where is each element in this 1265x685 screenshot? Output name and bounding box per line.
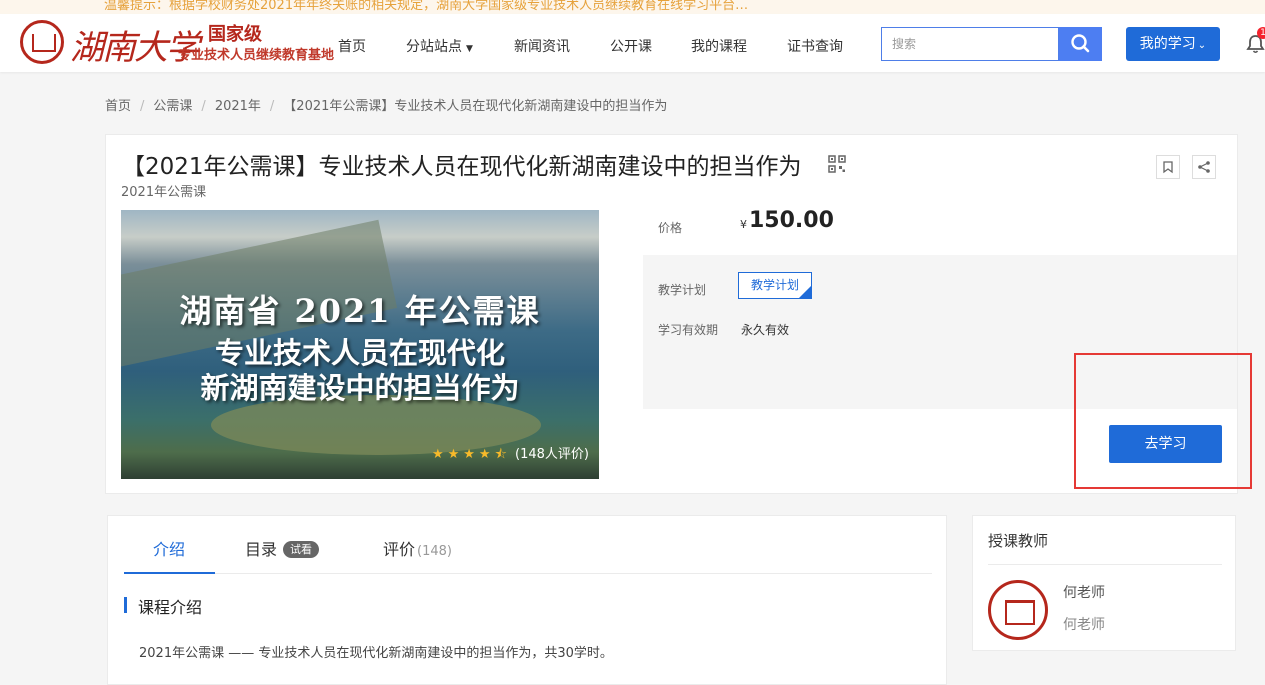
breadcrumb-year[interactable]: 2021年	[215, 99, 261, 114]
breadcrumb-separator: /	[140, 99, 145, 114]
teacher-divider	[988, 564, 1222, 565]
breadcrumb-public-courses[interactable]: 公需课	[153, 99, 192, 114]
caret-down-icon: ▼	[466, 44, 473, 54]
highlight-frame	[1074, 353, 1252, 489]
my-learning-button[interactable]: 我的学习 ⌄	[1126, 27, 1220, 61]
teacher-avatar[interactable]	[988, 580, 1048, 640]
tab-divider	[124, 573, 932, 574]
teacher-name[interactable]: 何老师	[1063, 582, 1105, 602]
course-category: 2021年公需课	[121, 185, 207, 200]
breadcrumb: 首页 / 公需课 / 2021年 / 【2021年公需课】专业技术人员在现代化新湖南建设中的…	[105, 95, 667, 114]
university-seal-icon	[20, 20, 64, 64]
logo-level-text: 国家级	[208, 24, 262, 45]
my-learning-label: 我的学习	[1139, 36, 1196, 52]
search-button[interactable]	[1059, 27, 1102, 61]
course-title: 【2021年公需课】专业技术人员在现代化新湖南建设中的担当作为	[122, 154, 802, 180]
breadcrumb-home[interactable]: 首页	[105, 99, 131, 114]
qrcode-icon[interactable]	[828, 155, 846, 173]
reviews-count: (148)	[417, 544, 452, 559]
cover-line-1: 湖南省 2021 年公需课	[179, 292, 541, 330]
search-input[interactable]: 搜索	[881, 27, 1059, 61]
price-label: 价格	[658, 221, 683, 235]
notification-badge: 1	[1257, 27, 1265, 39]
section-marker	[124, 597, 127, 613]
tab-reviews[interactable]: 评价 (148)	[383, 536, 452, 560]
breadcrumb-separator: /	[269, 99, 275, 114]
notice-banner: 温馨提示：根据学校财务处2021年年终关账的相关规定，湖南大学国家级专业技术人员…	[0, 0, 1265, 14]
breadcrumb-separator: /	[201, 99, 206, 114]
notice-text: 温馨提示：根据学校财务处2021年年终关账的相关规定，湖南大学国家级专业技术人员…	[104, 0, 749, 13]
nav-substations[interactable]: 分站站点 ▼	[406, 36, 473, 56]
validity-value: 永久有效	[741, 323, 790, 337]
bookmark-icon	[1163, 161, 1173, 174]
tab-catalog-label: 目录	[245, 540, 278, 559]
start-learning-button[interactable]: 去学习	[1109, 425, 1222, 463]
teaching-plan-button[interactable]: 教学计划	[738, 272, 812, 299]
cover-line-3: 新湖南建设中的担当作为	[200, 371, 520, 405]
search-icon	[1071, 34, 1090, 53]
rating-count: (148人评价)	[515, 447, 589, 462]
bookmark-button[interactable]	[1156, 155, 1180, 179]
nav-open-courses[interactable]: 公开课	[610, 36, 652, 56]
teaching-plan-button-label: 教学计划	[750, 278, 799, 292]
chevron-down-icon: ⌄	[1197, 40, 1207, 51]
price-value: 150.00	[749, 208, 834, 233]
nav-substations-label: 分站站点	[406, 39, 462, 55]
tab-reviews-label: 评价	[383, 540, 416, 559]
nav-home[interactable]: 首页	[338, 36, 366, 56]
breadcrumb-current: 【2021年公需课】专业技术人员在现代化新湖南建设中的担当作为	[283, 99, 668, 114]
course-detail-panel: 介绍 目录 试看 评价 (148) 课程介绍 2021年公需课 —— 专业技术人员在…	[107, 515, 947, 685]
teacher-panel: 授课教师 何老师 何老师	[972, 515, 1236, 651]
nav-my-courses[interactable]: 我的课程	[691, 36, 747, 56]
star-rating-icon: ★★★★⯪	[431, 447, 511, 462]
top-header: 湖南大学 国家级 专业技术人员继续教育基地 首页 分站站点 ▼ 新闻资讯 公开课 …	[0, 14, 1265, 72]
tab-intro[interactable]: 介绍	[153, 536, 185, 560]
plan-label: 教学计划	[658, 283, 707, 297]
preview-badge: 试看	[283, 541, 320, 558]
nav-news[interactable]: 新闻资讯	[514, 36, 570, 56]
selected-corner-icon	[799, 286, 811, 298]
course-card: 【2021年公需课】专业技术人员在现代化新湖南建设中的担当作为 2021年公需课…	[105, 134, 1238, 494]
section-title: 课程介绍	[138, 598, 203, 617]
teacher-heading: 授课教师	[988, 532, 1049, 550]
course-cover-image[interactable]: 湖南省 2021 年公需课 专业技术人员在现代化 新湖南建设中的担当作为 ★★★…	[121, 210, 599, 479]
share-button[interactable]	[1192, 155, 1216, 179]
course-description: 2021年公需课 —— 专业技术人员在现代化新湖南建设中的担当作为，共30学时。	[139, 646, 613, 661]
active-tab-indicator	[124, 572, 215, 574]
teacher-title: 何老师	[1063, 617, 1105, 633]
course-rating: ★★★★⯪ (148人评价)	[432, 443, 589, 467]
share-icon	[1198, 161, 1210, 173]
price-currency: ¥	[740, 218, 747, 231]
nav-certificate-query[interactable]: 证书查询	[787, 36, 843, 56]
validity-label: 学习有效期	[658, 323, 719, 337]
site-logo[interactable]: 湖南大学 国家级 专业技术人员继续教育基地	[20, 18, 334, 68]
tab-catalog[interactable]: 目录 试看	[245, 536, 320, 560]
logo-subtitle: 专业技术人员继续教育基地	[178, 48, 335, 63]
